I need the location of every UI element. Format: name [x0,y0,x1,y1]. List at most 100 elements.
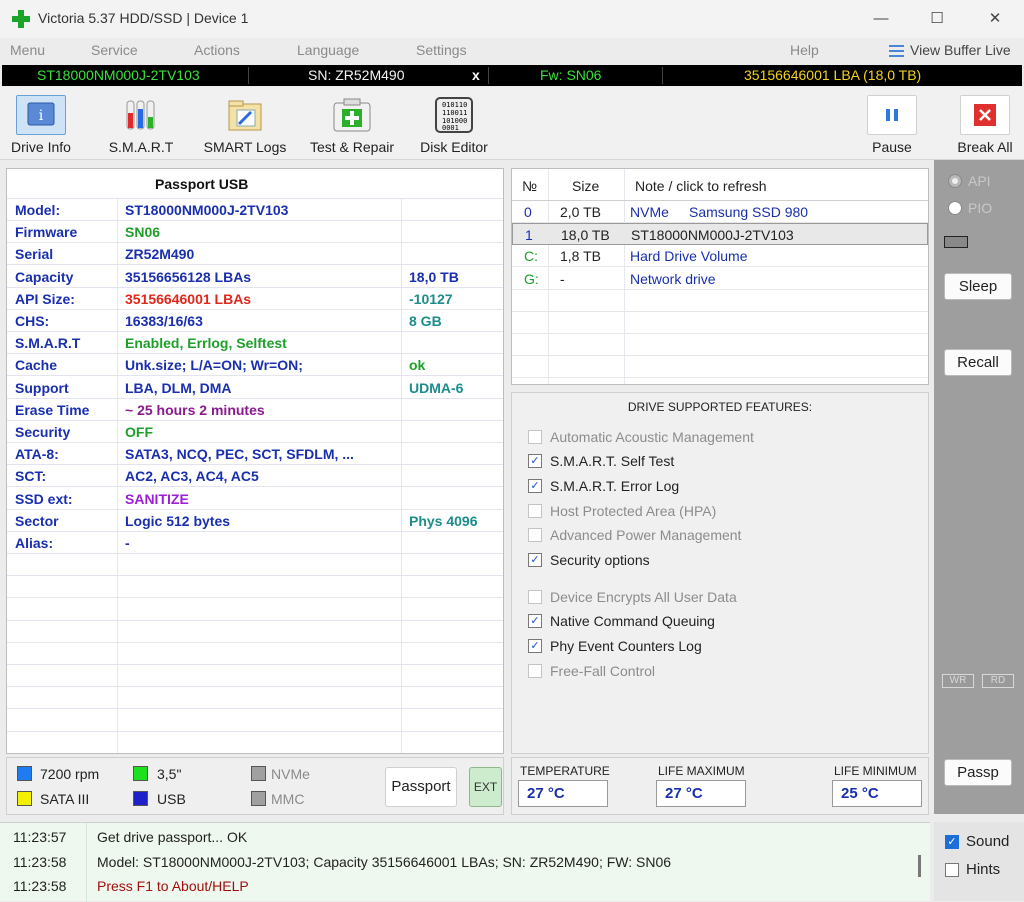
feature-checkbox[interactable] [528,664,542,678]
break-all-label: Break All [957,139,1013,155]
log-message: Model: ST18000NM000J-2TV103; Capacity 35… [97,853,672,870]
status-close-button[interactable]: x [472,65,480,86]
feature-checkbox[interactable]: ✓ [528,614,542,628]
feature-checkbox[interactable]: ✓ [528,454,542,468]
svg-text:i: i [39,108,44,124]
test-repair-button[interactable]: Test & Repair [302,87,402,160]
device-empty-row[interactable] [512,334,928,357]
feature-item: ✓ S.M.A.R.T. Self Test [528,451,674,471]
passport-row-value: - [125,535,130,551]
api-label: API [968,173,991,189]
toolbar: i Drive Info S.M.A.R.T SMART Logs Test &… [0,87,1024,160]
feature-checkbox[interactable]: ✓ [528,553,542,567]
feature-item: Automatic Acoustic Management [528,427,754,447]
sound-hints-panel: ✓ Sound Hints [934,822,1024,901]
minimize-button[interactable]: — [858,4,904,34]
passport-row: Model: ST18000NM000J-2TV103 [7,199,503,221]
pio-radio[interactable] [948,201,962,215]
passport-empty-row [7,732,503,753]
drive-info-label: Drive Info [11,139,71,155]
break-all-button[interactable]: Break All [952,87,1018,160]
title-bar: Victoria 5.37 HDD/SSD | Device 1 — ☐ ✕ [0,0,1024,38]
passport-row-value: Enabled, Errlog, Selftest [125,335,287,352]
menu-item-service[interactable]: Service [91,42,138,58]
drive-info-button[interactable]: i Drive Info [4,87,78,160]
status-divider [488,67,489,84]
passport-row-value: Unk.size; L/A=ON; Wr=ON; [125,357,303,374]
passport-row-label: Alias: [15,535,54,551]
ext-button[interactable]: EXT [469,767,502,807]
passport-row-value: OFF [125,424,153,440]
passport-row: Serial ZR52M490 [7,243,503,266]
device-row[interactable]: C: 1,8 TB Hard Drive Volume [512,245,928,268]
passport-button[interactable]: Passport [385,767,457,807]
pio-label: PIO [968,200,993,216]
feature-item: Device Encrypts All User Data [528,587,737,607]
side-panel: API PIO Sleep Recall WR RD Passp [934,160,1024,814]
column-size[interactable]: Size [572,178,599,194]
passp-button[interactable]: Passp [944,759,1012,786]
close-button[interactable]: ✕ [972,4,1018,34]
feature-checkbox[interactable] [528,504,542,518]
form-factor-label: 3,5" [157,766,182,782]
passport-row: Alias: - [7,532,503,554]
passport-row: Cache Unk.size; L/A=ON; Wr=ON; ok [7,354,503,377]
passport-row-value: SN06 [125,224,161,241]
pause-button[interactable]: Pause [864,87,920,160]
smart-button[interactable]: S.M.A.R.T [104,87,178,160]
mmc-label: MMC [271,791,305,807]
hints-label: Hints [966,861,1001,878]
device-empty-row[interactable] [512,356,928,379]
feature-checkbox[interactable]: ✓ [528,639,542,653]
menu-item-help[interactable]: Help [790,42,819,58]
passport-row-value: ZR52M490 [125,246,195,263]
life-minimum-value: 25 °C [832,780,922,807]
passport-empty-row [7,599,503,621]
app-cross-icon [12,10,30,28]
passport-row: Erase Time ~ 25 hours 2 minutes [7,399,503,421]
passport-row-label: SCT: [15,468,47,485]
device-row[interactable]: G: - Network drive [512,268,928,290]
sound-label: Sound [966,833,1010,850]
device-empty-row[interactable] [512,312,928,334]
menu-item-language[interactable]: Language [297,42,359,58]
smart-logs-button[interactable]: SMART Logs [200,87,290,160]
log-divider [86,823,87,902]
passport-row-label: Erase Time [15,401,90,418]
menu-item-settings[interactable]: Settings [416,42,467,58]
log-scrollbar[interactable] [918,855,921,877]
drive-passport-panel: Passport USB Model: ST18000NM000J-2TV103 F… [6,168,504,754]
passport-row-extra: 18,0 TB [409,268,459,285]
feature-label: Native Command Queuing [550,613,715,629]
hints-checkbox[interactable] [945,863,959,877]
device-no: G: [524,270,539,287]
feature-label: S.M.A.R.T. Error Log [550,478,680,494]
menu-item-menu[interactable]: Menu [10,42,45,58]
wr-indicator: WR [942,674,974,688]
passport-row-value: 35156656128 LBAs [125,268,252,285]
pause-label: Pause [872,139,912,155]
maximize-button[interactable]: ☐ [914,4,960,34]
menu-item-actions[interactable]: Actions [194,42,240,58]
device-row[interactable]: 0 2,0 TB NVMe Samsung SSD 980 [512,201,928,223]
feature-checkbox[interactable] [528,430,542,444]
feature-checkbox[interactable] [528,590,542,604]
passport-row: Capacity 35156656128 LBAs 18,0 TB [7,266,503,288]
disk-editor-button[interactable]: 010110 110011 101000 0001 Disk Editor [414,87,494,160]
column-no[interactable]: № [522,178,537,194]
device-empty-row[interactable] [512,290,928,312]
passport-row: SSD ext: SANITIZE [7,488,503,510]
log-message: Press F1 to About/HELP [97,878,249,894]
view-buffer-live-button[interactable]: View Buffer Live [910,42,1011,58]
recall-button[interactable]: Recall [944,349,1012,376]
device-note: Samsung SSD 980 [689,204,809,220]
sound-checkbox[interactable]: ✓ [945,835,959,849]
api-radio[interactable] [948,174,962,188]
feature-checkbox[interactable] [528,528,542,542]
column-note[interactable]: Note / click to refresh [635,178,767,194]
device-list-header: № Size Note / click to refresh [512,169,928,201]
sleep-button[interactable]: Sleep [944,273,1012,300]
device-row[interactable]: 1 18,0 TB ST18000NM000J-2TV103 [512,223,928,246]
passport-row-label: ATA-8: [15,446,59,463]
feature-checkbox[interactable]: ✓ [528,479,542,493]
